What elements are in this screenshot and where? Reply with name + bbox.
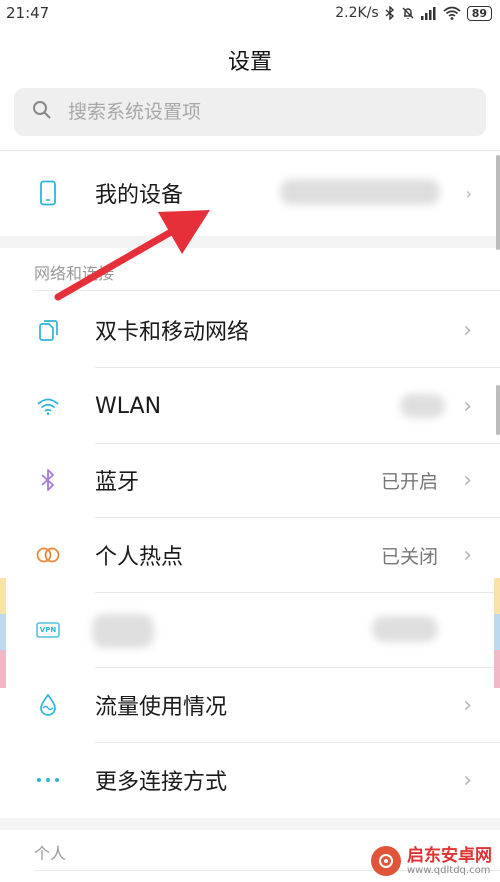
watermark-url: www.qdltdq.com [407, 864, 491, 876]
watermark-logo-icon [371, 846, 401, 876]
watermark-name: 启东安卓网 [407, 845, 492, 866]
watermark: 启东安卓网 www.qdltdq.com [371, 846, 492, 876]
annotation-arrow [54, 210, 210, 301]
